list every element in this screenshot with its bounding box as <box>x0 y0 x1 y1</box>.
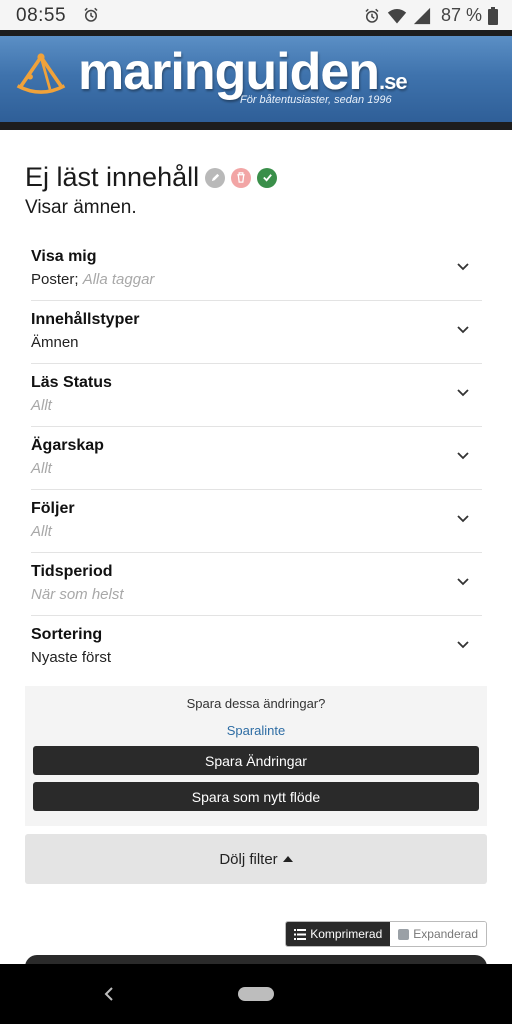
filter-list: Visa mig Poster; Alla taggar Innehållsty… <box>31 238 482 679</box>
filter-value: Poster; Alla taggar <box>31 271 482 288</box>
expanded-view-label: Expanderad <box>413 927 478 941</box>
filter-agarskap[interactable]: Ägarskap Allt <box>31 427 482 490</box>
check-icon[interactable] <box>257 167 278 188</box>
logo-tld: .se <box>379 69 408 94</box>
filter-value: Nyaste först <box>31 649 112 666</box>
caret-up-icon <box>282 856 293 862</box>
battery-icon <box>488 6 498 25</box>
chevron-down-icon[interactable] <box>456 260 470 274</box>
filter-visa-mig[interactable]: Visa mig Poster; Alla taggar <box>31 238 482 301</box>
compact-view-label: Komprimerad <box>310 927 383 941</box>
filter-foljer[interactable]: Följer Allt <box>31 490 482 553</box>
system-nav-bar <box>0 964 512 1024</box>
filter-value: Ämnen <box>31 334 79 351</box>
filter-label: Tidsperiod <box>31 563 113 580</box>
status-time: 08:55 <box>16 5 67 26</box>
chevron-down-icon[interactable] <box>456 449 470 463</box>
filter-label: Sortering <box>31 626 103 643</box>
edit-icon[interactable] <box>205 167 226 188</box>
logo-name: maringuiden <box>78 43 380 101</box>
status-icons: 87 % <box>363 5 498 26</box>
alarm-icon <box>84 7 98 22</box>
site-tagline: För båtentusiaster, sedan 1996 <box>240 94 392 106</box>
hide-filter-label: Dölj filter <box>219 850 278 868</box>
home-icon[interactable] <box>238 987 274 1001</box>
expanded-view-button[interactable]: Expanderad <box>390 922 486 946</box>
chevron-down-icon[interactable] <box>456 386 470 400</box>
filter-value: När som helst <box>31 586 124 603</box>
chevron-down-icon[interactable] <box>456 638 470 652</box>
alarm-icon <box>365 8 379 23</box>
dont-save-link[interactable]: Sparalinte <box>25 723 487 738</box>
page-subtitle: Visar ämnen. <box>25 197 137 218</box>
save-changes-button[interactable]: Spara Ändringar <box>33 746 479 775</box>
list-icon <box>294 928 307 940</box>
filter-tidsperiod[interactable]: Tidsperiod När som helst <box>31 553 482 616</box>
chevron-down-icon[interactable] <box>456 575 470 589</box>
back-icon[interactable] <box>102 986 116 1002</box>
view-toggle: Komprimerad Expanderad <box>285 921 487 947</box>
compact-view-button[interactable]: Komprimerad <box>286 922 391 946</box>
save-as-new-feed-button[interactable]: Spara som nytt flöde <box>33 782 479 811</box>
filter-label: Läs Status <box>31 374 112 391</box>
filter-label: Ägarskap <box>31 437 104 454</box>
save-changes-panel: Spara dessa ändringar? Sparalinte Spara … <box>25 686 487 826</box>
battery-percent: 87 % <box>440 5 482 25</box>
filter-label: Visa mig <box>31 248 97 265</box>
title-row: Ej läst innehåll <box>25 162 278 193</box>
filter-innehallstyper[interactable]: Innehållstyper Ämnen <box>31 301 482 364</box>
signal-icon <box>413 7 431 24</box>
filter-value: Allt <box>31 397 52 414</box>
save-question: Spara dessa ändringar? <box>186 696 326 711</box>
page-title: Ej läst innehåll <box>25 162 200 192</box>
filter-value-muted: Alla taggar <box>82 271 155 288</box>
filter-label: Innehållstyper <box>31 311 140 328</box>
filter-las-status[interactable]: Läs Status Allt <box>31 364 482 427</box>
filter-value: Allt <box>31 523 52 540</box>
filter-sortering[interactable]: Sortering Nyaste först <box>31 616 482 679</box>
square-icon <box>398 928 410 940</box>
chevron-down-icon[interactable] <box>456 323 470 337</box>
sextant-logo-icon[interactable] <box>14 48 68 102</box>
delete-icon[interactable] <box>231 167 252 188</box>
site-logo[interactable]: maringuiden.se <box>78 42 408 102</box>
wifi-icon <box>387 8 407 23</box>
site-header: maringuiden.se För båtentusiaster, sedan… <box>0 30 512 130</box>
filter-label: Följer <box>31 500 75 517</box>
status-bar: 08:55 87 % <box>0 0 512 30</box>
chevron-down-icon[interactable] <box>456 512 470 526</box>
filter-value: Allt <box>31 460 52 477</box>
hide-filter-button[interactable]: Dölj filter <box>25 834 487 884</box>
filter-value-text: Poster; <box>31 271 79 288</box>
